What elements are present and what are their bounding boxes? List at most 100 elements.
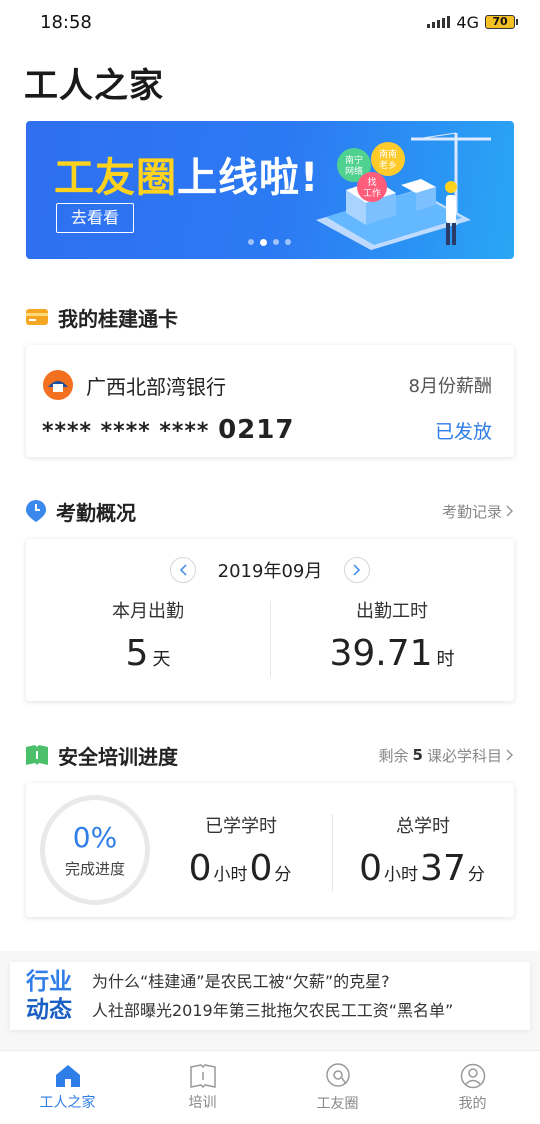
section-title: 我的桂建通卡 [58, 306, 178, 331]
training-section-header: 安全培训进度 剩余 5 课必学科目 [0, 727, 540, 783]
page-title: 工人之家 [24, 66, 164, 106]
bank-card[interactable]: 广西北部湾银行 8月份薪酬 **** **** **** 0217 已发放 [26, 345, 514, 457]
location-clock-icon [26, 500, 46, 522]
bubble-label: 老乡 [379, 159, 397, 171]
home-icon [55, 1064, 80, 1087]
bubble-label: 网络 [345, 165, 363, 177]
tab-home[interactable]: 工人之家 [0, 1051, 135, 1124]
stat-label: 总学时 [396, 815, 450, 837]
minute-unit: 分 [274, 864, 292, 885]
prev-month-button[interactable] [169, 557, 196, 583]
bank-name: 广西北部湾银行 [86, 374, 226, 399]
bank-card-section-header: 我的桂建通卡 [0, 289, 540, 345]
news-list: 为什么“桂建通”是农民工被“欠薪”的克星? 人社部曝光2019年第三批拖欠农民工… [92, 967, 453, 1025]
battery-level: 70 [485, 15, 515, 29]
bubble-label: 南南 [379, 148, 397, 160]
card-number-last4: 0217 [218, 415, 295, 445]
card-icon [26, 309, 48, 325]
hour-unit: 小时 [213, 864, 248, 885]
attendance-days-stat: 本月出勤 5天 [26, 597, 270, 674]
industry-news[interactable]: 行业 动态 为什么“桂建通”是农民工被“欠薪”的克星? 人社部曝光2019年第三… [10, 962, 530, 1030]
required-courses-count: 5 [412, 746, 423, 764]
tab-profile[interactable]: 我的 [405, 1051, 540, 1124]
salary-status: 已发放 [434, 421, 492, 443]
card-number-mask: **** **** **** [42, 419, 210, 444]
news-tag: 行业 动态 [10, 968, 92, 1024]
news-item[interactable]: 为什么“桂建通”是农民工被“欠薪”的克星? [92, 967, 453, 996]
banner-container: 工友圈上线啦! 去看看 南宁 网络 南南 老乡 找 工作 [0, 114, 540, 289]
status-time: 18:58 [40, 11, 92, 33]
learned-minutes-value: 0 [249, 847, 273, 889]
required-courses-suffix: 课必学科目 [426, 746, 502, 765]
training-section: 安全培训进度 剩余 5 课必学科目 0% 完成进度 已学学时 0 小时0 分 总学时… [0, 727, 540, 951]
status-indicators: 4G 70 [427, 13, 518, 32]
battery-icon: 70 [485, 15, 518, 29]
month-selector: 2019年09月 [26, 557, 514, 583]
promo-banner[interactable]: 工友圈上线啦! 去看看 南宁 网络 南南 老乡 找 工作 [26, 121, 514, 259]
attendance-days-value: 5 [125, 633, 149, 674]
total-minutes-value: 37 [420, 847, 466, 889]
stat-label: 本月出勤 [112, 601, 184, 622]
status-bar: 18:58 4G 70 [0, 0, 540, 44]
stat-unit: 时 [436, 649, 455, 670]
banner-headline-highlight: 工友圈 [54, 155, 177, 201]
banner-headline-text: 上线啦 [177, 155, 300, 201]
bubble-label: 工作 [363, 187, 381, 199]
news-tag-line1: 行业 [26, 969, 72, 995]
book-icon [26, 745, 48, 765]
total-hours-stat: 总学时 0 小时37 分 [332, 812, 514, 892]
learned-hours-stat: 已学学时 0 小时0 分 [150, 812, 332, 889]
chevron-right-icon [506, 505, 514, 517]
tab-label: 工人之家 [39, 1094, 96, 1111]
hour-unit: 小时 [384, 864, 419, 885]
progress-label: 完成进度 [64, 860, 125, 878]
bottom-tab-bar: 工人之家 培训 工友圈 我的 [0, 1050, 540, 1124]
bubble-label: 找 [367, 176, 376, 188]
stat-unit: 天 [152, 649, 171, 670]
tab-label: 我的 [458, 1095, 487, 1112]
bank-card-section: 我的桂建通卡 广西北部湾银行 8月份薪酬 **** **** **** 0217… [0, 289, 540, 483]
bubble-label: 南宁 [345, 154, 363, 166]
network-type: 4G [456, 12, 479, 32]
learned-hours-value: 0 [188, 847, 212, 889]
total-hours-value: 0 [359, 847, 383, 889]
attendance-hours-value: 39.71 [329, 633, 433, 674]
profile-icon [460, 1063, 485, 1088]
attendance-section: 考勤概况 考勤记录 2019年09月 本月出勤 5天 出勤工时 39.71 时 [0, 483, 540, 727]
banner-cta-button[interactable]: 去看看 [56, 203, 134, 233]
tab-training[interactable]: 培训 [135, 1051, 270, 1124]
banner-headline: 工友圈上线啦! [54, 145, 319, 203]
bank-logo-icon [43, 370, 73, 400]
chevron-right-icon [353, 564, 361, 576]
carousel-dot[interactable] [285, 239, 291, 245]
progress-ring: 0% 完成进度 [40, 795, 150, 905]
header: 工人之家 [0, 44, 540, 114]
card-number: **** **** **** 0217 [42, 415, 492, 445]
required-courses-link[interactable]: 剩余 5 课必学科目 [379, 745, 514, 766]
chevron-left-icon [179, 564, 187, 576]
phone-illustration-icon: 南宁 网络 南南 老乡 找 工作 [316, 132, 491, 250]
attendance-records-link[interactable]: 考勤记录 [442, 501, 514, 522]
signal-icon [427, 16, 451, 28]
carousel-indicator [248, 239, 291, 246]
carousel-dot[interactable] [248, 239, 254, 245]
attendance-hours-stat: 出勤工时 39.71 时 [270, 597, 514, 677]
next-month-button[interactable] [344, 557, 371, 583]
chevron-right-icon [506, 749, 514, 761]
stat-label: 出勤工时 [356, 601, 428, 622]
tab-community[interactable]: 工友圈 [270, 1051, 405, 1124]
attendance-records-label: 考勤记录 [441, 502, 502, 521]
salary-period: 8月份薪酬 [408, 376, 492, 397]
progress-percent: 0% [72, 821, 118, 854]
attendance-section-header: 考勤概况 考勤记录 [0, 483, 540, 539]
news-item[interactable]: 人社部曝光2019年第三批拖欠农民工工资“黑名单” [92, 996, 453, 1025]
training-card: 0% 完成进度 已学学时 0 小时0 分 总学时 0 小时37 分 [26, 783, 514, 917]
section-title: 考勤概况 [56, 500, 136, 525]
current-month: 2019年09月 [217, 561, 323, 582]
news-tag-line2: 动态 [26, 997, 72, 1023]
carousel-dot-active[interactable] [260, 239, 267, 246]
attendance-card: 2019年09月 本月出勤 5天 出勤工时 39.71 时 [26, 539, 514, 701]
tab-label: 培训 [188, 1094, 217, 1111]
chat-icon [325, 1062, 350, 1087]
carousel-dot[interactable] [273, 239, 279, 245]
